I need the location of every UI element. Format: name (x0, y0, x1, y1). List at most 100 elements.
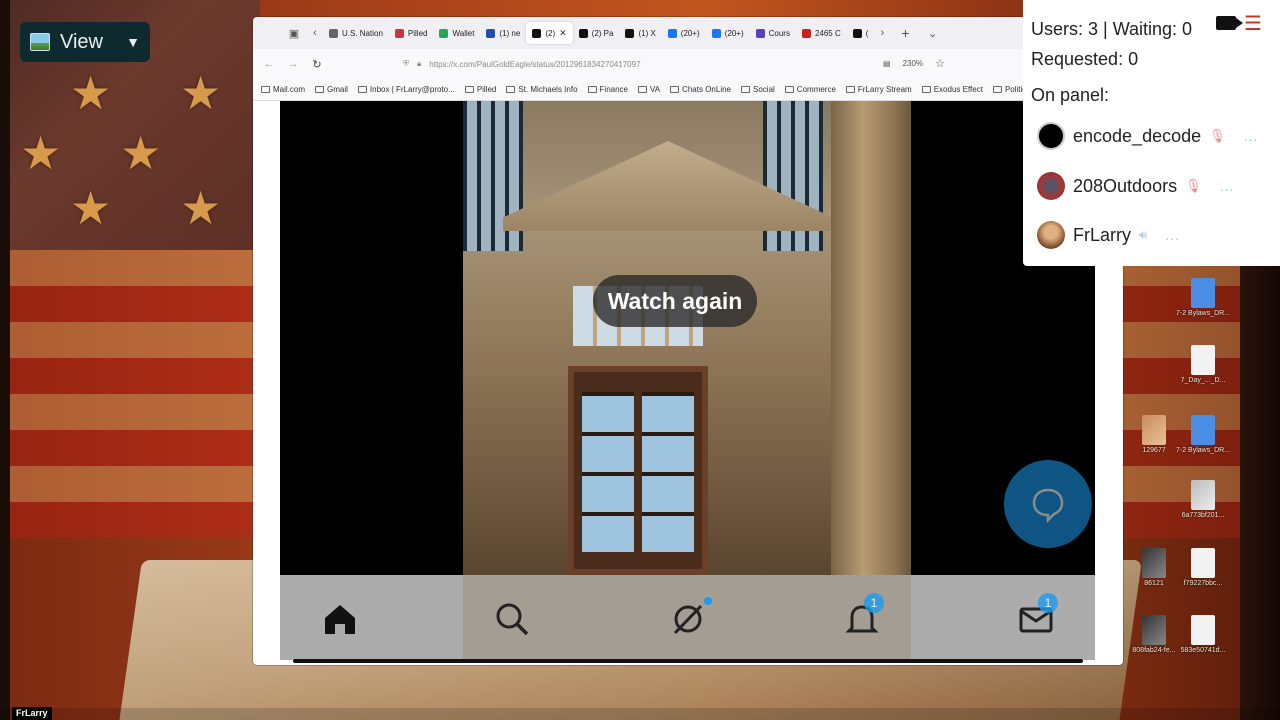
star-icon: ★ (20, 127, 62, 179)
back-icon[interactable]: ← (257, 58, 281, 70)
chat-fab-button[interactable] (1004, 460, 1092, 548)
bookmark-favicon-icon (357, 86, 367, 93)
desktop-file-icon[interactable]: 7_Day_..._D... (1178, 345, 1228, 384)
more-options-icon[interactable]: ... (1165, 227, 1180, 243)
tab-list-icon[interactable]: ▣ (281, 27, 307, 40)
folder-icon (784, 86, 794, 93)
desktop-file-icon[interactable]: 7-2 Bylaws_DR... (1176, 415, 1230, 454)
watch-again-button[interactable]: Watch again (593, 275, 757, 327)
folder-icon (845, 86, 855, 93)
panel-user[interactable]: encode_decode 🎙︎... (1037, 122, 1258, 150)
browser-tab[interactable]: (1) X (619, 22, 661, 44)
video-camera-icon[interactable] (1216, 16, 1243, 30)
desktop-file-icon[interactable]: 6a773bf201... (1178, 480, 1228, 519)
address-bar[interactable]: ⛨ 🔒︎ https://x.com/PaulGoldEagle/status/… (403, 55, 948, 73)
tab-label: ( (865, 28, 869, 38)
bookmark-label: Chats OnLine (682, 85, 731, 94)
tab-bar: ▣ ‹ U.S. Nation Pilled Wallet (1) ne (2) ✕ (2)… (253, 17, 1123, 49)
chevron-down-icon[interactable]: ⌄ (920, 27, 944, 40)
video-player[interactable]: Watch again 1 1 (280, 101, 1095, 660)
file-icon (1191, 480, 1215, 510)
bookmark-item[interactable]: Commerce (784, 85, 836, 94)
close-tab-icon[interactable]: ✕ (559, 28, 567, 39)
browser-tab[interactable]: Pilled (389, 22, 434, 44)
panel-user-name: 208Outdoors (1073, 175, 1178, 196)
muted-mic-icon: 🎙︎ (1185, 178, 1202, 193)
bookmark-favicon-icon (315, 86, 325, 93)
on-panel-label: On panel: (1031, 85, 1110, 105)
bookmark-item[interactable]: Inbox | FrLarry@proto... (357, 85, 455, 94)
browser-tab[interactable]: 2465 C (796, 22, 847, 44)
more-options-icon[interactable]: ... (1220, 178, 1235, 194)
browser-tab[interactable]: (2) Pa (573, 22, 620, 44)
bookmark-label: Commerce (796, 85, 836, 94)
tab-label: Wallet (452, 28, 475, 38)
browser-tab[interactable]: Wallet (433, 22, 480, 44)
bookmark-item[interactable]: Exodus Effect (921, 85, 983, 94)
desktop-file-icon[interactable]: 86121 (1129, 548, 1179, 587)
grok-icon[interactable] (666, 597, 710, 641)
bookmark-item[interactable]: Chats OnLine (670, 85, 731, 94)
browser-tab[interactable]: (1) ne (480, 22, 526, 44)
tab-favicon-icon (329, 28, 338, 38)
desktop-file-icon[interactable]: 7-2 Bylaws_DR... (1176, 278, 1230, 317)
bookmark-item[interactable]: Mail.com (261, 85, 305, 94)
browser-tab[interactable]: (2) ✕ (526, 22, 573, 44)
scroll-right-icon[interactable]: › (874, 27, 890, 39)
avatar (1037, 221, 1065, 249)
reader-view-icon[interactable]: ▤ (883, 59, 891, 68)
star-icon: ★ (70, 182, 112, 234)
desktop-file-icon[interactable]: 129677 (1129, 415, 1179, 454)
search-icon[interactable] (490, 597, 534, 641)
star-icon: ★ (180, 182, 222, 234)
tab-label: (1) X (638, 28, 656, 38)
browser-tab[interactable]: (20+) (706, 22, 750, 44)
browser-tab[interactable]: ( (847, 22, 875, 44)
bookmark-star-icon[interactable]: ☆ (935, 57, 945, 70)
bookmark-item[interactable]: Finance (587, 85, 628, 94)
browser-tab[interactable]: Cours (750, 22, 796, 44)
bookmark-favicon-icon (506, 86, 516, 93)
tab-favicon-icon (439, 28, 449, 38)
bookmark-item[interactable]: FrLarry Stream (845, 85, 912, 94)
zoom-level[interactable]: 230% (903, 59, 923, 68)
panel-user[interactable]: FrLarry 🔊︎... (1037, 221, 1180, 249)
bookmark-item[interactable]: Gmail (315, 85, 348, 94)
browser-tab[interactable]: U.S. Nation (323, 22, 389, 44)
more-options-icon[interactable]: ... (1244, 128, 1259, 144)
avatar (1037, 172, 1065, 200)
reload-icon[interactable]: ↻ (305, 58, 329, 71)
desktop-file-icon[interactable]: 583e50741d... (1178, 615, 1228, 654)
door (568, 366, 708, 575)
folder-icon (670, 86, 680, 93)
tab-label: (1) ne (499, 28, 521, 38)
messages-badge: 1 (1038, 593, 1058, 613)
desktop-file-icon[interactable]: 808fab24-fe... (1129, 615, 1179, 654)
bookmark-item[interactable]: Pilled (464, 85, 496, 94)
muted-mic-icon: 🎙︎ (1209, 128, 1226, 143)
bookmark-item[interactable]: Social (741, 85, 775, 94)
browser-tab[interactable]: (20+) (662, 22, 706, 44)
bookmark-item[interactable]: St. Michaels Info (506, 85, 578, 94)
forward-icon[interactable]: → (281, 58, 305, 70)
chat-bubble-icon (1032, 488, 1064, 524)
desktop-file-icon[interactable]: f79227bbc... (1178, 548, 1228, 587)
tab-favicon-icon (711, 28, 721, 38)
tab-favicon-icon (801, 28, 811, 38)
star-icon: ★ (120, 127, 162, 179)
desktop-file-label: 583e50741d... (1180, 647, 1226, 654)
bookmark-label: Inbox | FrLarry@proto... (369, 85, 455, 94)
tab-label: (20+) (724, 28, 744, 38)
lock-icon: 🔒︎ (417, 59, 422, 68)
home-icon[interactable] (318, 597, 362, 641)
menu-icon[interactable]: ☰ (1244, 14, 1262, 34)
bookmark-favicon-icon (464, 86, 474, 93)
image-icon (30, 33, 50, 51)
view-button[interactable]: View ▼ (20, 22, 150, 62)
star-icon: ★ (70, 67, 112, 119)
screen-edge (0, 0, 10, 720)
scroll-left-icon[interactable]: ‹ (307, 27, 323, 39)
panel-user[interactable]: 208Outdoors 🎙︎... (1037, 172, 1234, 200)
new-tab-icon[interactable]: + (890, 25, 920, 41)
bookmark-item[interactable]: VA (638, 85, 660, 94)
